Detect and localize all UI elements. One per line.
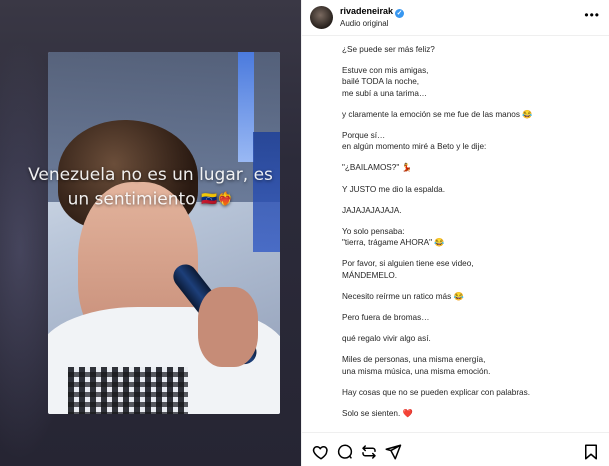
post-side-panel: rivadeneirak ✓ Audio original ••• ¿Se pue… xyxy=(301,0,609,466)
overlay-emojis: 🇻🇪❤️‍🔥 xyxy=(201,192,234,207)
caption-line: ¿Se puede ser más feliz? xyxy=(342,45,435,54)
caption-line: Estuve con mis amigas, bailé TODA la noc… xyxy=(342,66,429,98)
caption-line: JAJAJAJAJAJA. xyxy=(342,205,402,215)
comment-icon[interactable] xyxy=(336,443,354,461)
caption-line: Solo se sienten. ❤️ xyxy=(342,409,413,419)
caption-line: Por favor, si alguien tiene ese video, M… xyxy=(342,259,474,280)
heart-icon[interactable] xyxy=(312,443,330,461)
concert-screen-image xyxy=(48,52,280,414)
caption-line: y claramente la emoción se me fue de las… xyxy=(342,109,533,119)
caption-line: qué regalo vivir algo así. xyxy=(342,334,431,344)
overlay-text-line-1: Venezuela no es un lugar, es xyxy=(28,165,273,185)
send-icon[interactable] xyxy=(384,443,402,461)
username-text[interactable]: rivadeneirak xyxy=(340,6,393,16)
bookmark-icon[interactable] xyxy=(582,443,600,461)
post-caption: ¿Se puede ser más feliz? Estuve con mis … xyxy=(342,44,604,432)
overlay-text-line-2-text: un sentimiento xyxy=(67,189,196,210)
audio-label[interactable]: Audio original xyxy=(340,19,388,28)
avatar[interactable] xyxy=(310,6,333,29)
caption-line: Yo solo pensaba: "tierra, trágame AHORA"… xyxy=(342,227,445,248)
caption-line: Y JUSTO me dio la espalda. xyxy=(342,184,446,194)
caption-line: Pero fuera de bromas… xyxy=(342,313,430,323)
caption-line: Porque sí… en algún momento miré a Beto … xyxy=(342,131,487,152)
action-bar xyxy=(302,432,609,466)
post-media[interactable]: Venezuela no es un lugar, es un sentimie… xyxy=(0,0,301,466)
post-header: rivadeneirak ✓ Audio original ••• xyxy=(302,0,609,36)
verified-badge-icon: ✓ xyxy=(395,9,405,18)
username[interactable]: rivadeneirak ✓ xyxy=(340,6,405,18)
caption-line: Hay cosas que no se pueden explicar con … xyxy=(342,387,530,397)
overlay-text-line-2: un sentimiento 🇻🇪❤️‍🔥 xyxy=(0,188,301,212)
caption-line: Necesito reírme un ratico más 😂 xyxy=(342,291,464,301)
more-options-icon[interactable]: ••• xyxy=(584,8,600,22)
caption-line: "¿BAILAMOS?" 💃 xyxy=(342,163,412,173)
share-icon[interactable] xyxy=(360,443,378,461)
caption-line: Miles de personas, una misma energía, un… xyxy=(342,355,491,376)
